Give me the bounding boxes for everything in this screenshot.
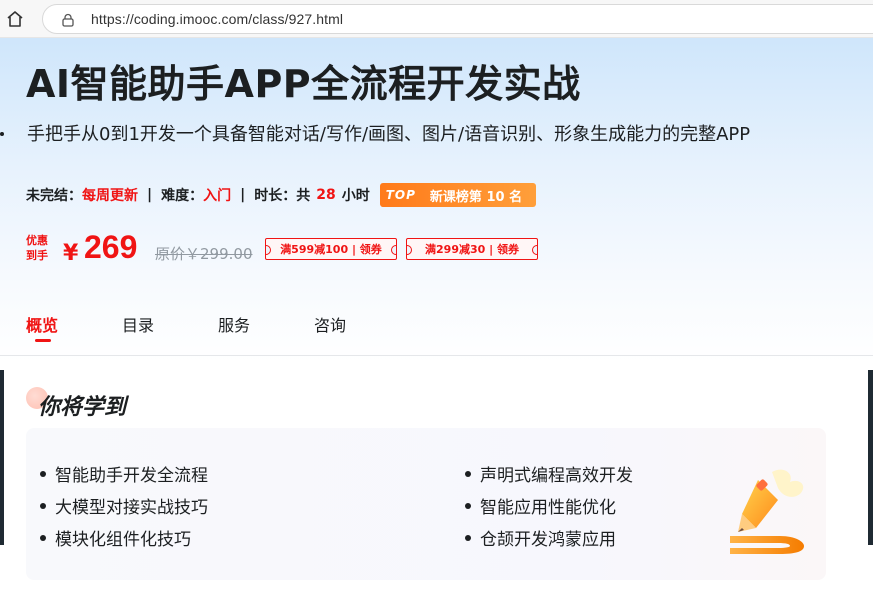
- learn-item: 模块化组件化技巧: [40, 525, 191, 550]
- active-tab-indicator: [35, 339, 51, 342]
- subtitle-bullet: [0, 132, 4, 136]
- duration-unit: 小时: [341, 188, 370, 204]
- rank-badge[interactable]: TOP 新课榜第 10 名: [379, 183, 537, 207]
- learn-item: 智能助手开发全流程: [40, 461, 208, 486]
- url-text[interactable]: https://coding.imooc.com/class/927.html: [91, 11, 343, 27]
- difficulty-label: 难度：: [161, 188, 204, 204]
- learn-item: 仓颉开发鸿蒙应用: [465, 525, 616, 550]
- difficulty-value: 入门: [203, 188, 232, 204]
- tab-catalog[interactable]: 目录: [122, 312, 154, 336]
- bullet-dot: [40, 471, 46, 477]
- duration-prefix: 共: [296, 188, 311, 204]
- duration-value: 28: [316, 187, 336, 203]
- coupon-button[interactable]: 满299减30 | 领券: [406, 238, 538, 260]
- learn-item-text: 模块化组件化技巧: [55, 530, 191, 550]
- promo-line-2: 到手: [26, 249, 48, 262]
- right-edge-shadow: [868, 370, 873, 545]
- learn-item-text: 仓颉开发鸿蒙应用: [480, 530, 616, 550]
- learn-item-text: 声明式编程高效开发: [480, 466, 633, 486]
- course-meta: 未完结： 每周更新 | 难度： 入门 | 时长： 共 28 小时 TOP 新课榜…: [26, 183, 537, 207]
- separator: |: [240, 187, 246, 203]
- status-value: 每周更新: [82, 188, 138, 204]
- home-icon[interactable]: [4, 8, 26, 30]
- course-hero: AI智能助手APP全流程开发实战 手把手从0到1开发一个具备智能对话/写作/画图…: [0, 38, 873, 363]
- current-price: 269: [84, 229, 138, 265]
- learn-item-text: 智能助手开发全流程: [55, 466, 208, 486]
- bullet-dot: [40, 503, 46, 509]
- original-price: 原价￥299.00: [155, 245, 253, 263]
- bullet-dot: [465, 471, 471, 477]
- address-bar[interactable]: https://coding.imooc.com/class/927.html: [42, 4, 873, 34]
- lock-icon[interactable]: [61, 12, 75, 27]
- coupon-button[interactable]: 满599减100 | 领券: [265, 238, 397, 260]
- learn-item-text: 大模型对接实战技巧: [55, 498, 208, 518]
- learn-item: 声明式编程高效开发: [465, 461, 633, 486]
- course-title: AI智能助手APP全流程开发实战: [26, 62, 581, 106]
- promo-label: 优惠 到手: [26, 233, 54, 263]
- tab-overview[interactable]: 概览: [26, 312, 58, 336]
- rank-top-tag: TOP: [385, 188, 416, 202]
- learn-title: 你将学到: [38, 395, 127, 420]
- learn-item-text: 智能应用性能优化: [480, 498, 616, 518]
- duration-label: 时长：: [254, 188, 297, 204]
- bullet-dot: [40, 535, 46, 541]
- left-edge-shadow: [0, 370, 4, 545]
- bullet-dot: [465, 535, 471, 541]
- separator: |: [147, 187, 153, 203]
- learn-item: 大模型对接实战技巧: [40, 493, 208, 518]
- status-label: 未完结：: [26, 188, 82, 204]
- learn-item: 智能应用性能优化: [465, 493, 616, 518]
- tab-consult[interactable]: 咨询: [314, 312, 346, 336]
- pencil-illustration-icon: [720, 466, 812, 556]
- currency-symbol: ¥: [63, 241, 79, 266]
- course-tabs: 概览 目录 服务 咨询: [0, 308, 873, 356]
- bullet-dot: [465, 503, 471, 509]
- browser-toolbar: https://coding.imooc.com/class/927.html: [0, 0, 873, 38]
- rank-text: 新课榜第 10 名: [429, 189, 523, 205]
- course-subtitle: 手把手从0到1开发一个具备智能对话/写作/画图、图片/语音识别、形象生成能力的完…: [27, 124, 751, 145]
- promo-line-1: 优惠: [26, 234, 48, 247]
- tab-service[interactable]: 服务: [218, 312, 250, 336]
